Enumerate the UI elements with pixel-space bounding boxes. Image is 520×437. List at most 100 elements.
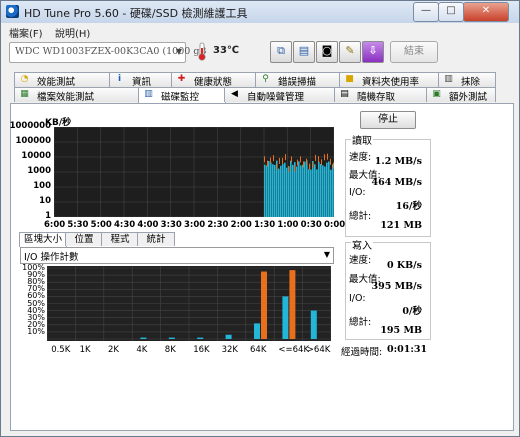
read-rate-bar	[306, 160, 308, 217]
camera-icon: ◙	[321, 44, 333, 57]
block-size-chart	[47, 266, 331, 341]
write-rate-tick	[318, 156, 319, 163]
read-rate-bar	[324, 166, 326, 217]
rate-x-tick: 2:00	[230, 220, 252, 230]
write-rate-tick	[291, 156, 292, 163]
info-icon: i	[117, 74, 122, 84]
title-bar[interactable]: HD Tune Pro 5.60 - 硬碟/SSD 檢測維護工具 — □ ✕	[1, 1, 519, 23]
rate-y-tick: 1000000	[9, 121, 51, 131]
read-rate-bar	[308, 169, 310, 217]
rate-x-tick: 5:30	[67, 220, 89, 230]
maximize-button[interactable]: □	[438, 2, 464, 22]
write-rate-tick	[267, 160, 268, 167]
rate-x-tick: 3:30	[160, 220, 182, 230]
read-rate-bar	[264, 164, 266, 217]
write-rate-tick	[324, 154, 325, 161]
block-x-tick: 16K	[193, 345, 210, 355]
copy-info-button[interactable]: ▤	[293, 41, 315, 63]
read-rate-bar	[326, 162, 328, 217]
rate-x-tick: 2:30	[207, 220, 229, 230]
write-rate-tick	[306, 158, 307, 165]
io-metric-select[interactable]: I/O 操作計數 ▼	[20, 247, 334, 264]
toolbar: WDC WD1003FZEX-00K3CA0 (1000 gB ▼ 33℃ ⧉ …	[1, 39, 519, 65]
block-y-tick: 10%	[27, 326, 45, 336]
write-rate-tick	[312, 162, 313, 169]
write-rate-tick	[330, 158, 331, 165]
read-rate-bar	[304, 161, 306, 217]
block-x-tick: 32K	[221, 345, 238, 355]
write-speed-value: 0 KB/s	[386, 260, 422, 271]
write-rate-tick	[327, 153, 328, 160]
stop-button[interactable]: 停止	[360, 111, 416, 129]
minimize-button[interactable]: —	[413, 2, 439, 22]
tab-noise-management[interactable]: ◀ 自動噪聲管理	[224, 87, 336, 103]
read-rate-bar	[266, 165, 268, 217]
read-block-bar	[225, 334, 232, 339]
magnifier-icon: ⚲	[262, 74, 269, 84]
app-logo-icon	[6, 5, 19, 18]
rate-y-tick: 100000	[15, 136, 52, 146]
write-block-bar	[289, 270, 296, 339]
read-rate-bar	[290, 160, 292, 217]
elapsed-time-label: 經過時間:	[341, 347, 383, 358]
copy-text-button[interactable]: ⧉	[270, 41, 292, 63]
app-window: HD Tune Pro 5.60 - 硬碟/SSD 檢測維護工具 — □ ✕ 檔…	[0, 0, 520, 437]
write-rate-tick	[273, 155, 274, 162]
transfer-rate-chart	[54, 127, 334, 217]
read-rate-bar	[322, 165, 324, 217]
write-rate-tick	[288, 165, 289, 172]
read-rate-bar	[318, 161, 320, 217]
menu-file[interactable]: 檔案(F)	[9, 25, 43, 40]
subtab-program[interactable]: 程式	[101, 232, 139, 246]
write-rate-tick	[333, 162, 334, 169]
drive-select[interactable]: WDC WD1003FZEX-00K3CA0 (1000 gB ▼	[9, 42, 206, 63]
exit-button[interactable]: 結束	[390, 41, 438, 63]
write-group-title: 寫入	[351, 237, 373, 252]
rate-x-tick: 5:00	[90, 220, 112, 230]
extra-tests-icon: ▣	[432, 89, 441, 99]
read-rate-bar	[300, 165, 302, 217]
read-block-bar	[168, 337, 175, 339]
folder-icon: ■	[345, 74, 354, 84]
read-io-label: I/O:	[349, 187, 366, 198]
menu-help[interactable]: 說明(H)	[55, 25, 90, 40]
tab-info[interactable]: i 資訊	[109, 72, 173, 88]
rate-y-tick: 10000	[21, 151, 51, 161]
read-rate-bar	[310, 169, 312, 217]
tab-health[interactable]: ✚ 健康狀態	[171, 72, 257, 88]
tab-error-scan[interactable]: ⚲ 錯誤掃描	[255, 72, 341, 88]
read-group-title: 讀取	[351, 132, 373, 147]
tab-folder-usage[interactable]: ■ 資料夾使用率	[339, 72, 440, 88]
close-button[interactable]: ✕	[463, 2, 509, 22]
write-rate-tick	[315, 154, 316, 161]
block-x-tick: 4K	[136, 345, 148, 355]
block-x-tick: 64K	[250, 345, 267, 355]
chevron-down-icon: ▼	[323, 250, 330, 259]
copy-icon: ⧉	[277, 44, 285, 57]
tab-random-access[interactable]: ▤ 隨機存取	[334, 87, 428, 103]
block-x-tick: 8K	[164, 345, 176, 355]
subtab-position[interactable]: 位置	[65, 232, 103, 246]
save-button[interactable]: ⇩	[362, 41, 384, 63]
read-rate-bar	[332, 164, 334, 217]
tab-file-benchmark[interactable]: ▦ 檔案效能測試	[14, 87, 140, 103]
read-rate-bar	[288, 166, 290, 217]
write-rate-tick	[297, 159, 298, 166]
write-rate-tick	[321, 159, 322, 166]
tab-erase[interactable]: ▥ 抹除	[438, 72, 496, 88]
thermometer-icon	[198, 42, 206, 61]
erase-icon: ▥	[444, 74, 453, 84]
tab-extra-tests[interactable]: ▣ 額外測試	[426, 87, 496, 103]
write-rate-tick	[270, 157, 271, 164]
read-rate-bar	[270, 162, 272, 217]
block-x-tick: 1K	[79, 345, 91, 355]
screenshot-button[interactable]: ◙	[316, 41, 338, 63]
read-block-bar	[254, 323, 260, 339]
options-button[interactable]: ✎	[339, 41, 361, 63]
tab-disk-monitor[interactable]: ▥ 磁碟監控	[138, 87, 226, 103]
subtab-statistics[interactable]: 統計	[137, 232, 175, 246]
write-rate-tick	[276, 163, 277, 170]
write-rate-tick	[282, 157, 283, 164]
tab-benchmark[interactable]: ◔ 效能測試	[14, 72, 111, 88]
subtab-block-size[interactable]: 區塊大小	[19, 232, 67, 247]
